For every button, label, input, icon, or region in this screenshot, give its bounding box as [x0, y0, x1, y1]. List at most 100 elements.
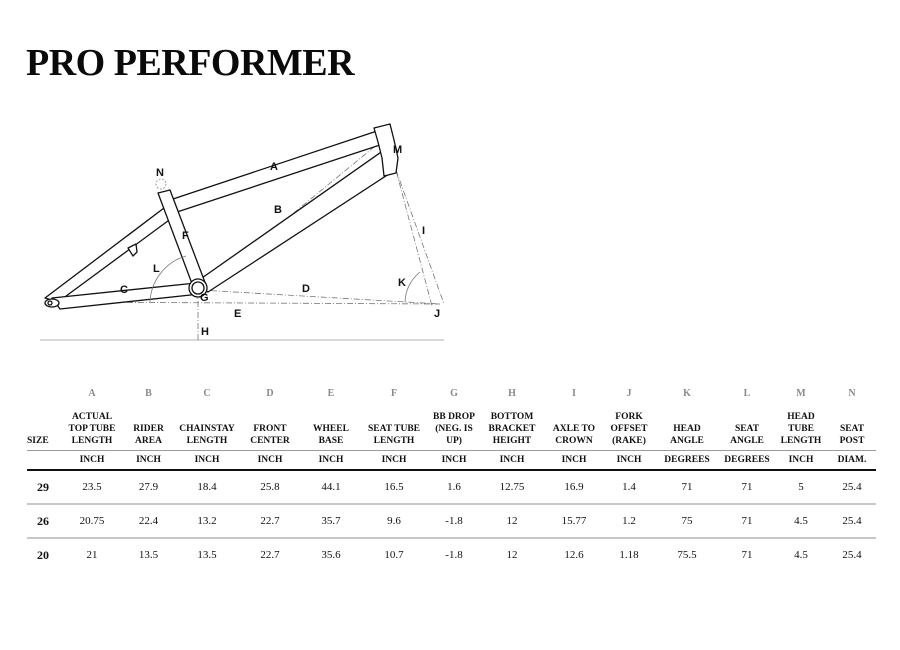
page-title: PRO PERFORMER — [26, 42, 355, 84]
column-name-line: AXLE TO — [552, 424, 596, 434]
geometry-table: A B C D E F G H I J K L M N SIZE ACTUAL T… — [27, 383, 876, 571]
value-cell: 25.4 — [842, 549, 862, 561]
value-cell: 5 — [774, 470, 828, 505]
column-name-line: POST — [839, 436, 865, 446]
label-l: L — [153, 263, 160, 275]
column-name-line: FRONT — [253, 424, 287, 434]
column-name-line: TOP TUBE — [68, 424, 116, 434]
column-letter-row: A B C D E F G H I J K L M N — [27, 383, 876, 403]
column-letter: F — [390, 387, 398, 399]
column-name: WHEEL BASE — [302, 403, 360, 451]
column-name: SEAT POST — [828, 403, 876, 451]
column-unit: INCH — [63, 450, 121, 471]
column-unit: DIAM. — [828, 450, 876, 471]
column-unit: INCH — [302, 450, 360, 471]
column-name: HEAD ANGLE — [654, 403, 720, 451]
column-name-line: BB DROP — [433, 412, 475, 422]
value-cell: 1.2 — [604, 504, 654, 539]
value-cell: 71 — [720, 470, 774, 505]
column-unit: INCH — [774, 450, 828, 471]
column-name-line: UP) — [446, 436, 462, 446]
column-name-line: SEAT TUBE — [367, 424, 420, 434]
value-cell: 75 — [654, 504, 720, 539]
value-cell: 25.4 — [828, 470, 876, 505]
value-cell: 22.7 — [238, 504, 302, 539]
size-cell: 29 — [27, 470, 63, 505]
value-cell: 16.5 — [360, 470, 428, 505]
bike-frame-diagram: A B C D E F G H I J K L M N — [40, 123, 445, 341]
value-cell: 35.7 — [302, 504, 360, 539]
label-m: M — [393, 144, 402, 156]
column-unit: DEGREES — [720, 450, 774, 471]
column-name: SEAT ANGLE — [720, 403, 774, 451]
column-unit: INCH — [604, 450, 654, 471]
column-unit: INCH — [176, 450, 238, 471]
column-letter: M — [796, 387, 806, 399]
column-name-line: BRACKET — [488, 424, 536, 434]
value-cell: 9.6 — [360, 504, 428, 539]
column-unit: INCH — [360, 450, 428, 471]
label-g: G — [200, 292, 209, 304]
column-name: BOTTOM BRACKET HEIGHT — [480, 403, 544, 451]
column-name: CHAINSTAY LENGTH — [176, 403, 238, 451]
column-name-line: WHEEL — [313, 424, 349, 434]
column-name: SEAT TUBE LENGTH — [360, 403, 428, 451]
unit-empty — [27, 450, 63, 471]
column-name-line: LENGTH — [186, 436, 228, 446]
value-cell: 13.5 — [197, 549, 217, 561]
value-cell: 4.5 — [794, 549, 808, 561]
value-cell: 18.4 — [176, 470, 238, 505]
label-n: N — [156, 167, 164, 179]
value-cell: 71 — [654, 470, 720, 505]
label-k: K — [398, 277, 406, 289]
label-f: F — [182, 230, 189, 242]
value-cell: 71 — [720, 504, 774, 539]
value-cell: 12.75 — [480, 470, 544, 505]
column-letter: K — [683, 387, 691, 399]
column-name: RIDER AREA — [121, 403, 176, 451]
value-cell: 12.6 — [564, 549, 584, 561]
column-letter: G — [450, 387, 458, 399]
table-row: 29 23.5 27.9 18.4 25.8 44.1 16.5 1.6 12.… — [27, 470, 876, 505]
value-cell: 13.2 — [176, 504, 238, 539]
value-cell: 22.4 — [121, 504, 176, 539]
value-cell: 25.4 — [828, 504, 876, 539]
column-letter: D — [266, 387, 274, 399]
column-name-line: TUBE — [788, 424, 814, 434]
value-cell: -1.8 — [428, 504, 480, 539]
size-cell: 26 — [27, 504, 63, 539]
column-name-line: LENGTH — [780, 436, 822, 446]
value-cell: 1.4 — [604, 470, 654, 505]
value-cell: 1.6 — [428, 470, 480, 505]
column-letter: C — [203, 387, 211, 399]
value-cell: 44.1 — [302, 470, 360, 505]
table-row: 26 20.75 22.4 13.2 22.7 35.7 9.6 -1.8 12… — [27, 504, 876, 539]
value-cell: 71 — [741, 549, 753, 561]
value-cell: 12 — [506, 549, 518, 561]
column-unit: INCH — [428, 450, 480, 471]
label-b: B — [274, 204, 282, 216]
label-h: H — [201, 326, 209, 338]
column-unit: INCH — [121, 450, 176, 471]
column-name-line: OFFSET — [610, 424, 648, 434]
column-name: HEAD TUBE LENGTH — [774, 403, 828, 451]
value-cell: 22.7 — [260, 549, 280, 561]
label-i: I — [422, 225, 425, 237]
label-d: D — [302, 283, 310, 295]
column-name-line: (NEG. IS — [435, 424, 473, 434]
column-name-row: SIZE ACTUAL TOP TUBE LENGTH RIDER AREA CHAI… — [27, 403, 876, 451]
value-cell: 1.18 — [619, 549, 639, 561]
value-cell: 35.6 — [321, 549, 341, 561]
column-unit: DEGREES — [654, 450, 720, 471]
column-name-line: AREA — [135, 436, 162, 446]
column-unit: INCH — [238, 450, 302, 471]
size-header: SIZE — [27, 403, 63, 451]
value-cell: 27.9 — [121, 470, 176, 505]
column-name-line: CENTER — [250, 436, 290, 446]
column-letter: E — [327, 387, 335, 399]
column-name-line: (RAKE) — [612, 436, 646, 446]
size-cell: 20 — [37, 547, 49, 562]
column-name-line: SEAT — [839, 424, 865, 434]
column-letter: H — [508, 387, 516, 399]
column-name-line: ANGLE — [670, 436, 704, 446]
